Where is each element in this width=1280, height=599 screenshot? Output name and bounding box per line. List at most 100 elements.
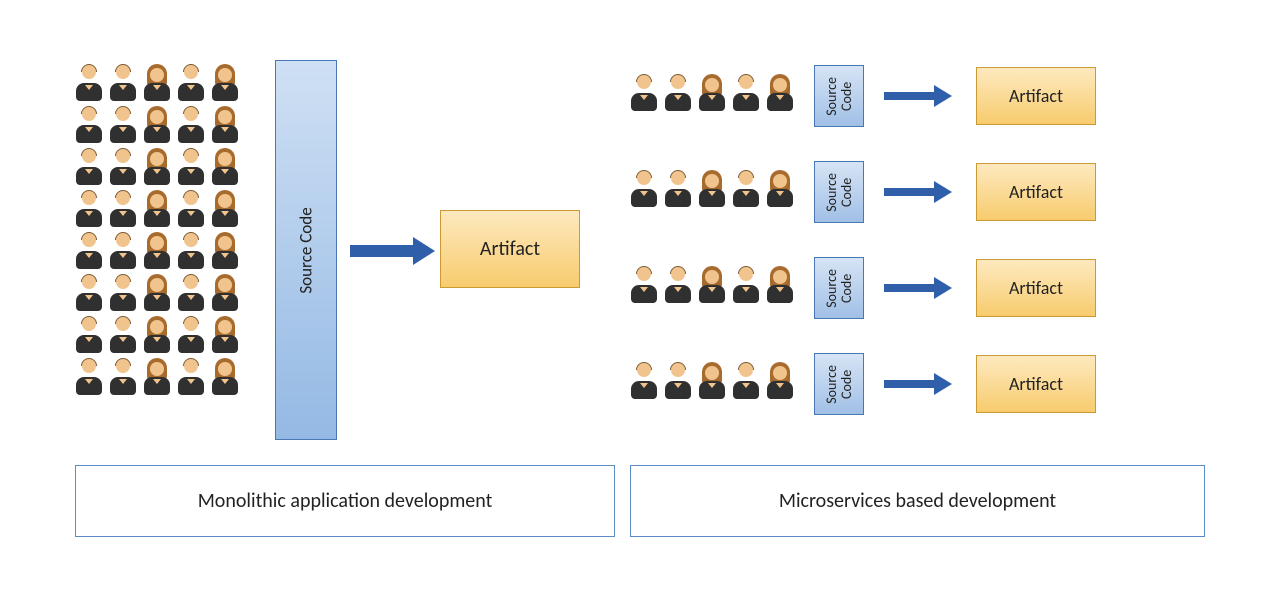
person-icon — [109, 275, 137, 311]
microservices-caption: Microservices based development — [630, 465, 1205, 537]
microservice-source-code-label: SourceCode — [824, 365, 855, 404]
person-icon — [75, 107, 103, 143]
person-icon — [698, 267, 726, 303]
person-icon — [143, 107, 171, 143]
person-icon — [211, 233, 239, 269]
person-icon — [211, 317, 239, 353]
person-icon — [109, 233, 137, 269]
person-icon — [143, 233, 171, 269]
microservice-artifact-box: Artifact — [976, 67, 1096, 125]
microservice-source-code-box: SourceCode — [814, 353, 864, 415]
microservice-team — [630, 75, 794, 117]
monolith-artifact-box: Artifact — [440, 210, 580, 288]
person-icon — [177, 275, 205, 311]
person-icon — [177, 149, 205, 185]
person-icon — [177, 359, 205, 395]
person-icon — [664, 171, 692, 207]
microservice-artifact-box: Artifact — [976, 259, 1096, 317]
microservice-artifact-label: Artifact — [1009, 373, 1063, 395]
microservice-artifact-box: Artifact — [976, 355, 1096, 413]
person-icon — [75, 359, 103, 395]
microservices-caption-text: Microservices based development — [779, 489, 1056, 513]
person-icon — [766, 363, 794, 399]
person-icon — [109, 191, 137, 227]
arrow-icon — [884, 277, 956, 299]
person-icon — [766, 171, 794, 207]
person-icon — [698, 171, 726, 207]
person-icon — [698, 75, 726, 111]
person-icon — [211, 107, 239, 143]
microservice-team — [630, 171, 794, 213]
person-icon — [630, 171, 658, 207]
arrow-icon — [884, 85, 956, 107]
microservice-team — [630, 267, 794, 309]
person-icon — [143, 65, 171, 101]
person-icon — [664, 363, 692, 399]
person-icon — [177, 107, 205, 143]
person-icon — [177, 317, 205, 353]
person-icon — [75, 149, 103, 185]
person-icon — [109, 65, 137, 101]
person-icon — [630, 267, 658, 303]
microservice-artifact-label: Artifact — [1009, 181, 1063, 203]
person-icon — [75, 191, 103, 227]
person-icon — [766, 75, 794, 111]
person-icon — [664, 75, 692, 111]
person-icon — [211, 149, 239, 185]
microservice-row: SourceCode Artifact — [630, 161, 1205, 223]
person-icon — [732, 171, 760, 207]
person-icon — [630, 363, 658, 399]
person-icon — [211, 275, 239, 311]
arrow-icon — [884, 181, 956, 203]
microservice-source-code-box: SourceCode — [814, 65, 864, 127]
person-icon — [143, 149, 171, 185]
arrow-icon — [350, 237, 440, 265]
monolith-panel: Source Code Artifact — [75, 65, 615, 401]
person-icon — [664, 267, 692, 303]
person-icon — [211, 191, 239, 227]
person-icon — [211, 359, 239, 395]
person-icon — [732, 267, 760, 303]
microservice-row: SourceCode Artifact — [630, 353, 1205, 415]
monolith-source-code-label: Source Code — [296, 207, 317, 293]
person-icon — [75, 275, 103, 311]
microservice-artifact-label: Artifact — [1009, 277, 1063, 299]
person-icon — [143, 275, 171, 311]
person-icon — [177, 65, 205, 101]
person-icon — [766, 267, 794, 303]
person-icon — [143, 359, 171, 395]
microservice-artifact-box: Artifact — [976, 163, 1096, 221]
person-icon — [211, 65, 239, 101]
person-icon — [75, 233, 103, 269]
monolith-artifact-label: Artifact — [480, 237, 540, 261]
microservice-source-code-label: SourceCode — [824, 269, 855, 308]
microservice-row: SourceCode Artifact — [630, 65, 1205, 127]
microservice-team — [630, 363, 794, 405]
person-icon — [698, 363, 726, 399]
microservice-source-code-box: SourceCode — [814, 161, 864, 223]
microservice-row: SourceCode Artifact — [630, 257, 1205, 319]
person-icon — [732, 75, 760, 111]
person-icon — [732, 363, 760, 399]
microservice-artifact-label: Artifact — [1009, 85, 1063, 107]
person-icon — [143, 191, 171, 227]
person-icon — [109, 149, 137, 185]
person-icon — [75, 65, 103, 101]
person-icon — [109, 317, 137, 353]
monolith-source-code-box: Source Code — [275, 60, 337, 440]
microservices-panel: SourceCodeArtifactSourceCodeArtifactSour… — [630, 65, 1205, 449]
person-icon — [109, 359, 137, 395]
person-icon — [75, 317, 103, 353]
microservice-source-code-box: SourceCode — [814, 257, 864, 319]
arrow-icon — [884, 373, 956, 395]
microservice-source-code-label: SourceCode — [824, 77, 855, 116]
person-icon — [177, 191, 205, 227]
person-icon — [109, 107, 137, 143]
diagram-canvas: Source Code Artifact SourceCodeArtifactS… — [75, 65, 1205, 545]
person-icon — [143, 317, 171, 353]
person-icon — [177, 233, 205, 269]
monolith-caption: Monolithic application development — [75, 465, 615, 537]
monolith-caption-text: Monolithic application development — [198, 489, 493, 513]
person-icon — [630, 75, 658, 111]
microservice-source-code-label: SourceCode — [824, 173, 855, 212]
